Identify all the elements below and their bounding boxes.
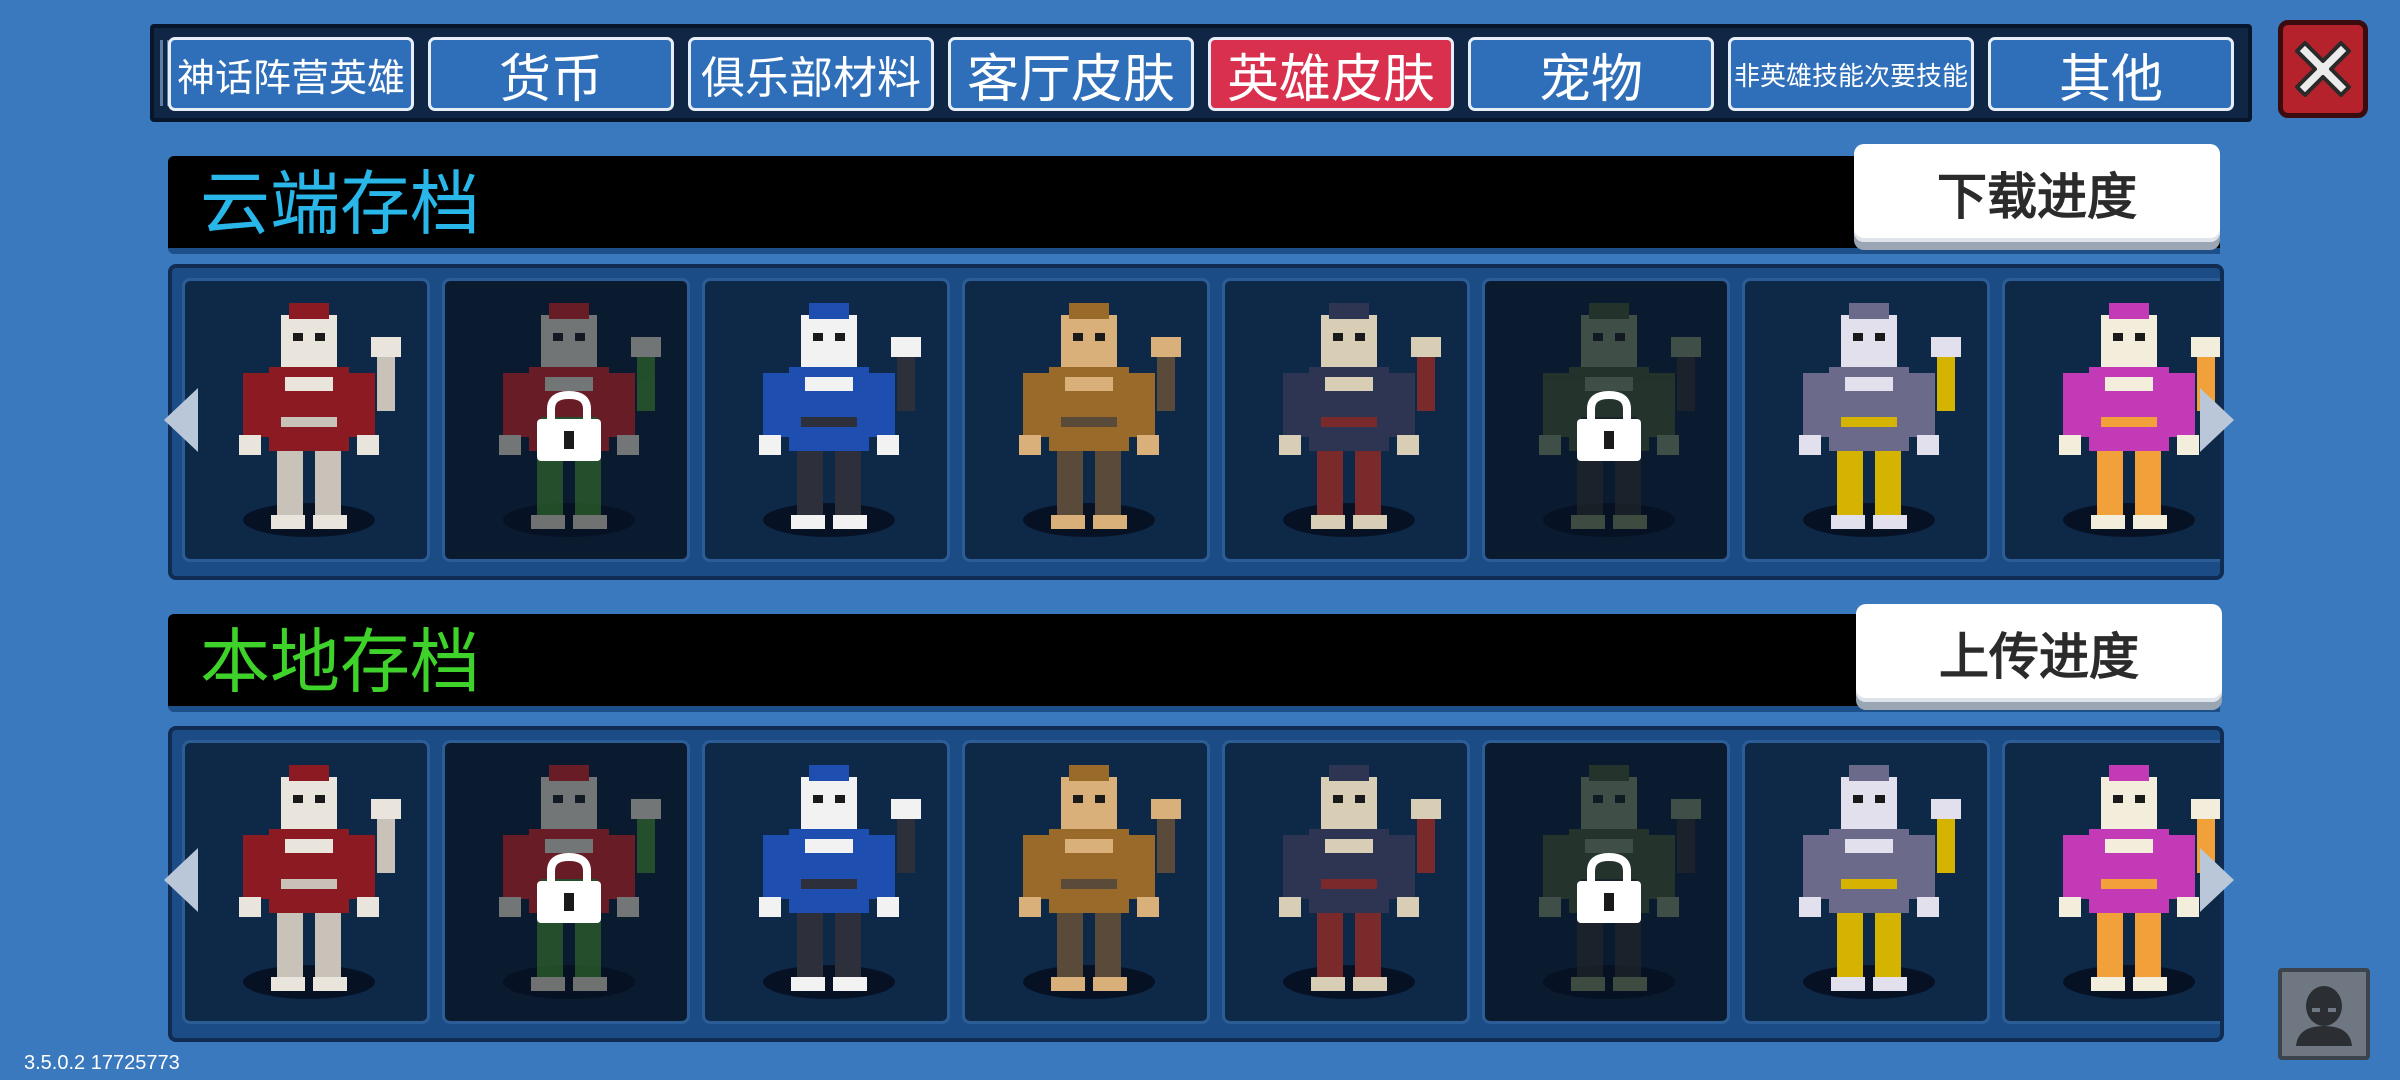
lock-icon <box>537 390 601 461</box>
hero-skin-card-dark-knight[interactable] <box>1742 278 1990 562</box>
download-progress-button[interactable]: 下载进度 <box>1854 144 2220 242</box>
category-tab-bar: 神话阵营英雄 货币 俱乐部材料 客厅皮肤 英雄皮肤 宠物 非英雄技能次要技能 其他 <box>150 24 2252 122</box>
local-hero-strip <box>168 726 2224 1042</box>
hero-skin-card-dark-knight[interactable] <box>1742 740 1990 1024</box>
hero-sprite <box>759 765 921 991</box>
hero-sprite <box>239 303 401 529</box>
hero-skin-card-werewolf[interactable] <box>182 278 430 562</box>
cloud-scroll-left-arrow[interactable] <box>164 388 198 452</box>
hero-sprite <box>1799 765 1961 991</box>
tab-2[interactable]: 货币 <box>428 37 674 111</box>
hero-skin-card-axe-warrior[interactable] <box>1222 740 1470 1024</box>
local-scroll-right-arrow[interactable] <box>2200 848 2234 912</box>
hero-skin-card-axe-warrior[interactable] <box>1222 278 1470 562</box>
profile-button[interactable] <box>2278 968 2370 1060</box>
hero-sprite <box>1019 303 1181 529</box>
hero-skin-card-santa[interactable] <box>442 740 690 1024</box>
hero-skin-card-soldier[interactable] <box>1482 278 1730 562</box>
hero-sprite <box>1279 303 1441 529</box>
hero-sprite <box>1799 303 1961 529</box>
tab-5[interactable]: 英雄皮肤 <box>1208 37 1454 111</box>
lock-icon <box>1577 390 1641 461</box>
hero-skin-card-gladiator[interactable] <box>962 740 1210 1024</box>
hero-skin-card-soldier[interactable] <box>1482 740 1730 1024</box>
hero-skin-card-knight[interactable] <box>702 740 950 1024</box>
local-save-title: 本地存档 <box>200 621 480 703</box>
close-icon <box>2295 41 2351 97</box>
hero-skin-card-santa[interactable] <box>442 278 690 562</box>
tab-label: 货币 <box>498 49 603 110</box>
hero-sprite <box>1279 765 1441 991</box>
tab-label: 俱乐部材料 <box>701 53 921 104</box>
tab-4[interactable]: 客厅皮肤 <box>948 37 1194 111</box>
version-label: 3.5.0.2 17725773 <box>24 1052 180 1074</box>
tab-label: 非英雄技能次要技能 <box>1733 61 1968 92</box>
upload-progress-button[interactable]: 上传进度 <box>1856 604 2222 702</box>
tab-8[interactable]: 其他 <box>1988 37 2234 111</box>
hero-sprite <box>239 765 401 991</box>
tab-label: 其他 <box>2058 49 2163 110</box>
tab-label: 客厅皮肤 <box>966 49 1175 110</box>
tab-1[interactable]: 神话阵营英雄 <box>168 37 414 111</box>
tab-7[interactable]: 非英雄技能次要技能 <box>1728 37 1974 111</box>
tab-6[interactable]: 宠物 <box>1468 37 1714 111</box>
cloud-hero-strip <box>168 264 2224 580</box>
hero-skin-card-werewolf[interactable] <box>182 740 430 1024</box>
lock-icon <box>537 852 601 923</box>
hero-sprite <box>2059 303 2220 529</box>
hero-skin-card-knight[interactable] <box>702 278 950 562</box>
tab-label: 宠物 <box>1538 49 1643 110</box>
cloud-scroll-right-arrow[interactable] <box>2200 388 2234 452</box>
tab-3[interactable]: 俱乐部材料 <box>688 37 934 111</box>
hero-skin-card-witch[interactable] <box>2002 278 2220 562</box>
hero-skin-card-gladiator[interactable] <box>962 278 1210 562</box>
tab-label: 英雄皮肤 <box>1226 49 1435 110</box>
hero-sprite <box>759 303 921 529</box>
user-avatar-icon <box>2296 986 2352 1046</box>
hero-skin-card-witch[interactable] <box>2002 740 2220 1024</box>
local-scroll-left-arrow[interactable] <box>164 848 198 912</box>
hero-sprite <box>1019 765 1181 991</box>
lock-icon <box>1577 852 1641 923</box>
cloud-save-title: 云端存档 <box>200 163 480 245</box>
close-button[interactable] <box>2278 20 2368 118</box>
tab-label: 神话阵营英雄 <box>176 55 405 100</box>
hero-sprite <box>2059 765 2220 991</box>
